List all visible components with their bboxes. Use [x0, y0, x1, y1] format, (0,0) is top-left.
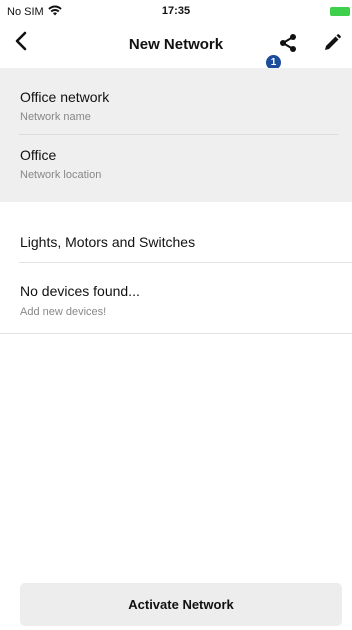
network-name-row[interactable]: Office network Network name	[0, 78, 352, 136]
battery-icon	[330, 7, 350, 16]
pencil-icon	[323, 33, 341, 57]
status-bar: No SIM 17:35	[0, 0, 352, 22]
add-devices-hint: Add new devices!	[20, 306, 107, 318]
no-devices-title: No devices found...	[20, 283, 140, 299]
devices-section-header: Lights, Motors and Switches	[0, 222, 352, 262]
app-screen: No SIM 17:35 New Network 1 Office networ…	[0, 0, 352, 630]
navigation-bar: New Network 1	[0, 22, 352, 70]
network-location-row[interactable]: Office Network location	[0, 136, 352, 194]
divider	[0, 333, 352, 334]
activate-network-button[interactable]: Activate Network	[20, 583, 342, 626]
network-location-label: Network location	[20, 169, 102, 181]
no-devices-row[interactable]: No devices found... Add new devices!	[0, 264, 352, 332]
network-info-section: Office network Network name Office Netwo…	[0, 68, 352, 202]
divider	[19, 134, 338, 135]
share-icon	[278, 33, 298, 58]
status-time: 17:35	[161, 5, 191, 17]
edit-button[interactable]	[319, 32, 345, 58]
network-name-label: Network name	[20, 111, 91, 123]
network-name-value: Office network	[20, 89, 110, 105]
devices-section-title: Lights, Motors and Switches	[20, 234, 196, 250]
divider	[19, 262, 352, 263]
network-location-value: Office	[20, 147, 57, 163]
share-button[interactable]	[275, 32, 301, 58]
